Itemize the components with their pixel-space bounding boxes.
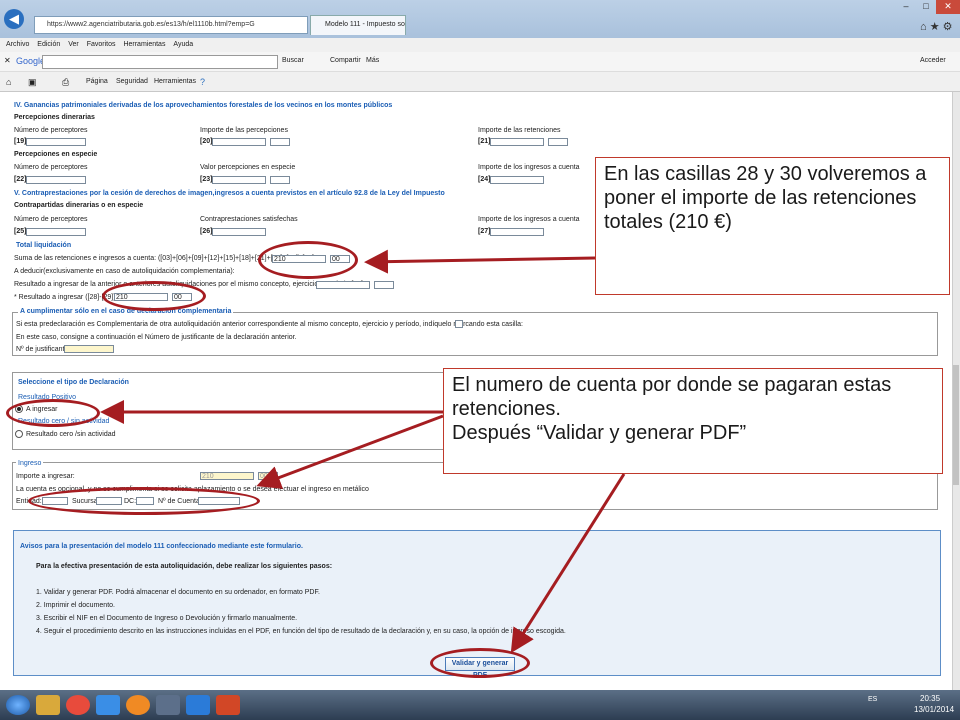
windows-taskbar: ES 20:35 13/01/2014 (0, 690, 960, 720)
chrome-icon[interactable] (66, 695, 90, 715)
arrow-to-cuenta (256, 414, 444, 489)
annotation-arrows (100, 249, 626, 654)
powerpoint-icon[interactable] (216, 695, 240, 715)
start-button-icon[interactable] (6, 695, 30, 715)
outlook-icon[interactable] (186, 695, 210, 715)
firefox-icon[interactable] (126, 695, 150, 715)
language-indicator[interactable]: ES (868, 696, 877, 703)
file-explorer-icon[interactable] (36, 695, 60, 715)
arrow-to-casilla-28 (364, 249, 596, 274)
arrow-to-pdf-button (510, 473, 626, 654)
app-icon[interactable] (156, 695, 180, 715)
clock-date[interactable]: 13/01/2014 (914, 705, 954, 714)
internet-explorer-icon[interactable] (96, 695, 120, 715)
clock-time[interactable]: 20:35 (920, 694, 940, 703)
